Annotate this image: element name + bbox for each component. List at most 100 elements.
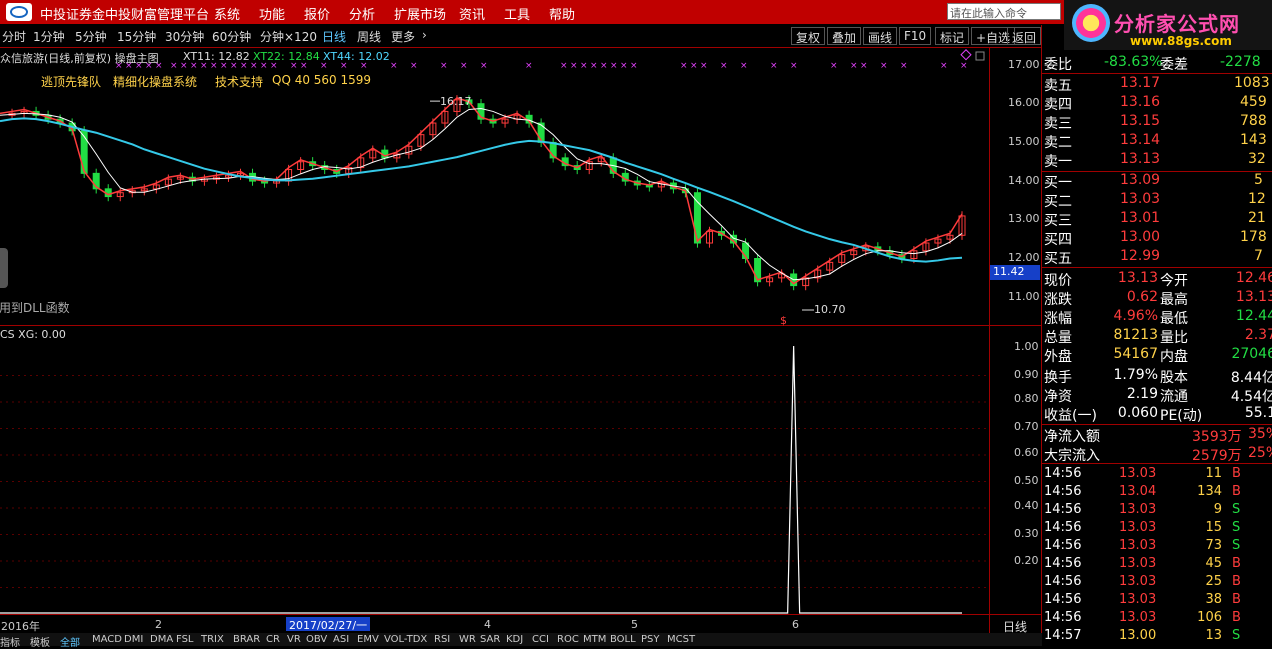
menu-tools[interactable]: 工具 [504, 4, 530, 23]
buy4-row: 买四 13.00 178 [1044, 229, 1272, 248]
marker-x: × [155, 61, 163, 71]
sub-ytick-070: 0.70 [1014, 420, 1039, 433]
signal-line [0, 345, 962, 614]
period-min120[interactable]: 分钟×120 [260, 28, 317, 45]
chevron-right-icon[interactable]: › [422, 28, 427, 42]
marker-x: × [240, 61, 248, 71]
stat-row: 涨跌 0.62 最高 13.13 [1044, 289, 1272, 308]
tick-row: 14:56 13.03 45 B [1044, 556, 1272, 574]
marker-x: × [180, 61, 188, 71]
menu-extended-market[interactable]: 扩展市场 [394, 4, 446, 23]
collapse-handle[interactable] [0, 248, 8, 288]
tab-rsi[interactable]: RSI [434, 634, 450, 645]
sell-label: 卖四 [1044, 97, 1072, 113]
tab-template[interactable]: 模板 [30, 634, 50, 649]
marker-x: × [230, 61, 238, 71]
xaxis-month-6: 6 [792, 618, 799, 631]
marker-x: × [170, 61, 178, 71]
menu-system[interactable]: 系统 [214, 4, 240, 23]
tab-boll[interactable]: BOLL [610, 634, 636, 645]
tab-all[interactable]: 全部 [60, 634, 80, 649]
tab-mcst[interactable]: MCST [667, 634, 695, 645]
high-price-label: 16.17 [440, 95, 472, 108]
stat-value: 4.96% [1113, 308, 1158, 324]
tab-roc[interactable]: ROC [557, 634, 579, 645]
period-15min[interactable]: 15分钟 [117, 28, 156, 45]
menu-quote[interactable]: 报价 [304, 4, 330, 23]
command-input[interactable]: 请在此输入命令 [947, 3, 1061, 20]
tab-macd[interactable]: MACD [92, 634, 122, 645]
tick-time: 14:56 [1044, 538, 1082, 553]
tick-side: B [1232, 574, 1241, 589]
tab-fsl[interactable]: FSL [176, 634, 194, 645]
tick-price: 13.03 [1119, 466, 1157, 481]
menu-help[interactable]: 帮助 [549, 4, 575, 23]
quote-divider-3 [1042, 267, 1272, 268]
tab-psy[interactable]: PSY [641, 634, 660, 645]
tick-row: 14:56 13.03 9 S [1044, 502, 1272, 520]
tab-brar[interactable]: BRAR [233, 634, 260, 645]
tab-mtm[interactable]: MTM [583, 634, 606, 645]
tick-side: S [1232, 520, 1241, 535]
menu-function[interactable]: 功能 [259, 4, 285, 23]
period-30min[interactable]: 30分钟 [165, 28, 204, 45]
period-more[interactable]: 更多 [391, 28, 415, 45]
marker-x: × [700, 61, 708, 71]
tab-trix[interactable]: TRIX [201, 634, 224, 645]
period-weekly[interactable]: 周线 [357, 28, 381, 45]
period-5min[interactable]: 5分钟 [75, 28, 107, 45]
marker-x: × [590, 61, 598, 71]
tab-kdj[interactable]: KDJ [506, 634, 523, 645]
overlay-button[interactable]: 叠加 [827, 27, 862, 45]
marker-x: × [270, 61, 278, 71]
tab-asi[interactable]: ASI [333, 634, 349, 645]
tick-time: 14:56 [1044, 592, 1082, 607]
period-timeshare[interactable]: 分时 [2, 28, 26, 45]
period-60min[interactable]: 60分钟 [212, 28, 251, 45]
tab-dma[interactable]: DMA [150, 634, 173, 645]
menu-news[interactable]: 资讯 [459, 4, 485, 23]
tab-emv[interactable]: EMV [357, 634, 379, 645]
marker-x: × [960, 61, 968, 71]
stat-label: 外盘 [1044, 349, 1072, 365]
tab-obv[interactable]: OBV [306, 634, 327, 645]
tab-wr[interactable]: WR [459, 634, 476, 645]
tab-cr[interactable]: CR [266, 634, 280, 645]
buy-price: 13.01 [1120, 210, 1161, 226]
tab-vr[interactable]: VR [287, 634, 301, 645]
f10-button[interactable]: F10 [899, 27, 932, 45]
kline-chart[interactable]: × × × × × × × × × × × × × × × × × × × × × × × × × × × × × × × × × × × × × × × ×… [0, 48, 989, 325]
marker-x: × [360, 61, 368, 71]
marker-x: × [190, 61, 198, 71]
sell-volume: 788 [1240, 113, 1267, 129]
tab-vol-tdx[interactable]: VOL-TDX [384, 634, 427, 645]
ytick-15: 15.00 [1008, 135, 1040, 148]
tab-dmi[interactable]: DMI [124, 634, 143, 645]
draw-line-button[interactable]: 画线 [863, 27, 898, 45]
dll-notice: 用到DLL函数 [0, 301, 70, 315]
marker-x: × [720, 61, 728, 71]
weicha-label: 委差 [1160, 57, 1188, 73]
buy-volume: 21 [1248, 210, 1266, 226]
adjust-button[interactable]: 复权 [791, 27, 826, 45]
marker-x: × [460, 61, 468, 71]
signal-chart[interactable] [0, 326, 989, 614]
marker-x: × [145, 61, 153, 71]
sub-ytick-090: 0.90 [1014, 368, 1039, 381]
tick-row: 14:56 13.03 38 B [1044, 592, 1272, 610]
marker-x: × [570, 61, 578, 71]
mark-button[interactable]: 标记 [935, 27, 970, 45]
back-button[interactable]: 返回 [1007, 27, 1042, 45]
tab-cci[interactable]: CCI [532, 634, 549, 645]
period-1min[interactable]: 1分钟 [33, 28, 65, 45]
stat-label: 涨跌 [1044, 292, 1072, 308]
flower-logo-icon [1072, 4, 1110, 42]
tick-row: 14:56 13.03 15 S [1044, 520, 1272, 538]
tab-sar[interactable]: SAR [480, 634, 500, 645]
period-daily[interactable]: 日线 [322, 28, 346, 45]
stat-label: 收益(一) [1044, 408, 1097, 424]
menu-analysis[interactable]: 分析 [349, 4, 375, 23]
tick-price: 13.03 [1119, 520, 1157, 535]
tab-indicator[interactable]: 指标 [0, 634, 20, 649]
app-title: 中投证券金中投财富管理平台 [40, 8, 210, 23]
